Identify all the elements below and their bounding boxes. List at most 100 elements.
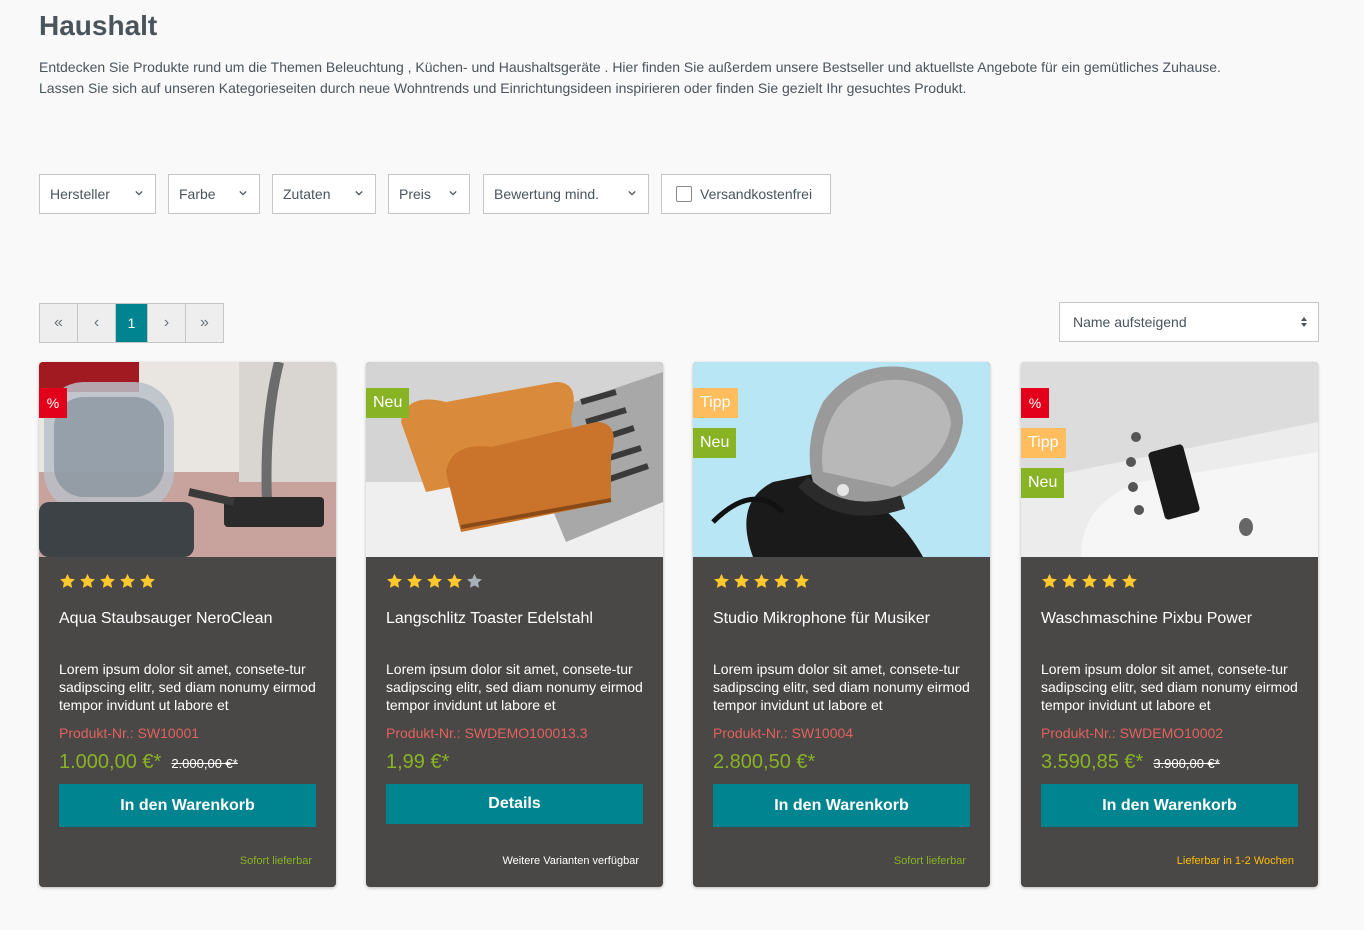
star-icon [734,573,749,588]
product-old-price: 2.000,00 €* [171,756,238,771]
chevron-down-icon [135,190,143,196]
add-to-cart-button[interactable]: In den Warenkorb [1041,784,1298,827]
product-name[interactable]: Studio Mikrophone für Musiker [713,610,973,628]
delivery-status: Lieferbar in 1-2 Wochen [1176,855,1294,867]
intro-line-1: Entdecken Sie Produkte rund um die Theme… [39,59,1221,75]
product-description: Lorem ipsum dolor sit amet, consete-tur … [59,661,316,713]
rating-stars [713,573,810,590]
pagination-prev-button[interactable]: ‹ [78,304,116,342]
pagination: « ‹ 1 › » [39,303,224,343]
product-price: 1.000,00 €* [59,751,162,773]
chevron-down-icon [628,190,636,196]
filter-color-dropdown[interactable]: Farbe [168,174,260,214]
sort-select-value: Name aufsteigend [1073,314,1187,330]
product-name[interactable]: Waschmaschine Pixbu Power [1041,610,1301,628]
sort-select[interactable]: Name aufsteigend [1059,302,1319,342]
pagination-first-button[interactable]: « [40,304,78,342]
star-icon [1042,573,1057,588]
chevron-down-icon [239,190,247,196]
filter-rating-dropdown[interactable]: Bewertung mind. [483,174,649,214]
badge-tip: Tipp [1021,428,1066,458]
star-icon [407,573,422,588]
badge-new: Neu [693,428,737,458]
star-icon [427,573,442,588]
filter-price-label: Preis [399,186,431,202]
rating-stars [59,573,156,590]
star-icon [774,573,789,588]
sort-arrows-icon [1301,317,1307,327]
star-icon [387,573,402,588]
variants-hint: Weitere Varianten verfügbar [502,855,639,867]
filter-ingredients-label: Zutaten [283,186,331,202]
pagination-last-button[interactable]: » [186,304,223,342]
product-card[interactable]: % Aqua Staubsauger NeroClean Lorem ipsum… [39,362,336,887]
badge-tip: Tipp [693,388,738,418]
checkbox[interactable] [676,186,692,202]
product-image[interactable] [1021,362,1318,557]
product-price: 2.800,50 €* [713,751,816,773]
star-icon [100,573,115,588]
washing-machine-icon [1021,362,1318,557]
badge-new: Neu [366,388,410,418]
product-card[interactable]: Neu Langschlitz Toaster Edelstahl Lorem … [366,362,663,887]
star-icon [80,573,95,588]
chevron-down-icon [449,190,457,196]
details-button[interactable]: Details [386,784,643,824]
pagination-next-button[interactable]: › [148,304,186,342]
intro-line-2: Lassen Sie sich auf unseren Kategoriesei… [39,80,967,96]
product-number: Produkt-Nr.: SW10001 [59,725,200,741]
filter-rating-label: Bewertung mind. [494,186,600,202]
product-image[interactable] [39,362,336,557]
product-description: Lorem ipsum dolor sit amet, consete-tur … [713,661,970,713]
category-description: Entdecken Sie Produkte rund um die Theme… [39,57,1329,99]
product-name[interactable]: Aqua Staubsauger NeroClean [59,610,319,628]
product-number: Produkt-Nr.: SWDEMO10002 [1041,725,1224,741]
star-icon [1122,573,1137,588]
star-icon [1102,573,1117,588]
product-price: 3.590,85 €* [1041,751,1144,773]
product-number: Produkt-Nr.: SW10004 [713,725,854,741]
star-icon [140,573,155,588]
star-icon [714,573,729,588]
star-icon [120,573,135,588]
product-card[interactable]: Tipp Neu Studio Mikrophone für Musiker L… [693,362,990,887]
rating-stars [386,573,483,590]
filter-color-label: Farbe [179,186,216,202]
vacuum-cleaner-icon [39,362,336,557]
filter-manufacturer-dropdown[interactable]: Hersteller [39,174,156,214]
price-row: 1.000,00 €* 2.000,00 €* [59,751,238,774]
add-to-cart-button[interactable]: In den Warenkorb [59,784,316,827]
price-row: 3.590,85 €* 3.900,00 €* [1041,751,1220,774]
badge-new: Neu [1021,468,1065,498]
product-image[interactable] [693,362,990,557]
product-image[interactable] [366,362,663,557]
delivery-status: Sofort lieferbar [239,855,312,867]
product-card[interactable]: % Tipp Neu Waschmaschine Pixbu Power Lor… [1021,362,1318,887]
pagination-current-page[interactable]: 1 [116,304,148,342]
filter-price-dropdown[interactable]: Preis [388,174,470,214]
price-row: 2.800,50 €* [713,751,815,774]
filter-ingredients-dropdown[interactable]: Zutaten [272,174,376,214]
filter-manufacturer-label: Hersteller [50,186,110,202]
product-number: Produkt-Nr.: SWDEMO100013.3 [386,725,588,741]
filter-free-shipping-checkbox[interactable]: Versandkostenfrei [661,174,831,214]
star-icon [1082,573,1097,588]
filter-free-shipping-label: Versandkostenfrei [700,186,813,202]
product-description: Lorem ipsum dolor sit amet, consete-tur … [386,661,643,713]
badge-sale: % [39,388,67,418]
product-name[interactable]: Langschlitz Toaster Edelstahl [386,610,646,628]
rating-stars [1041,573,1138,590]
delivery-status: Sofort lieferbar [893,855,966,867]
star-empty-icon [467,573,482,588]
product-old-price: 3.900,00 €* [1153,756,1220,771]
add-to-cart-button[interactable]: In den Warenkorb [713,784,970,827]
star-icon [794,573,809,588]
price-row: 1,99 €* [386,751,449,774]
star-icon [1062,573,1077,588]
page-title: Haushalt [39,10,158,41]
microphone-icon [693,362,990,557]
chevron-down-icon [355,190,363,196]
star-icon [754,573,769,588]
product-description: Lorem ipsum dolor sit amet, consete-tur … [1041,661,1298,713]
star-icon [447,573,462,588]
